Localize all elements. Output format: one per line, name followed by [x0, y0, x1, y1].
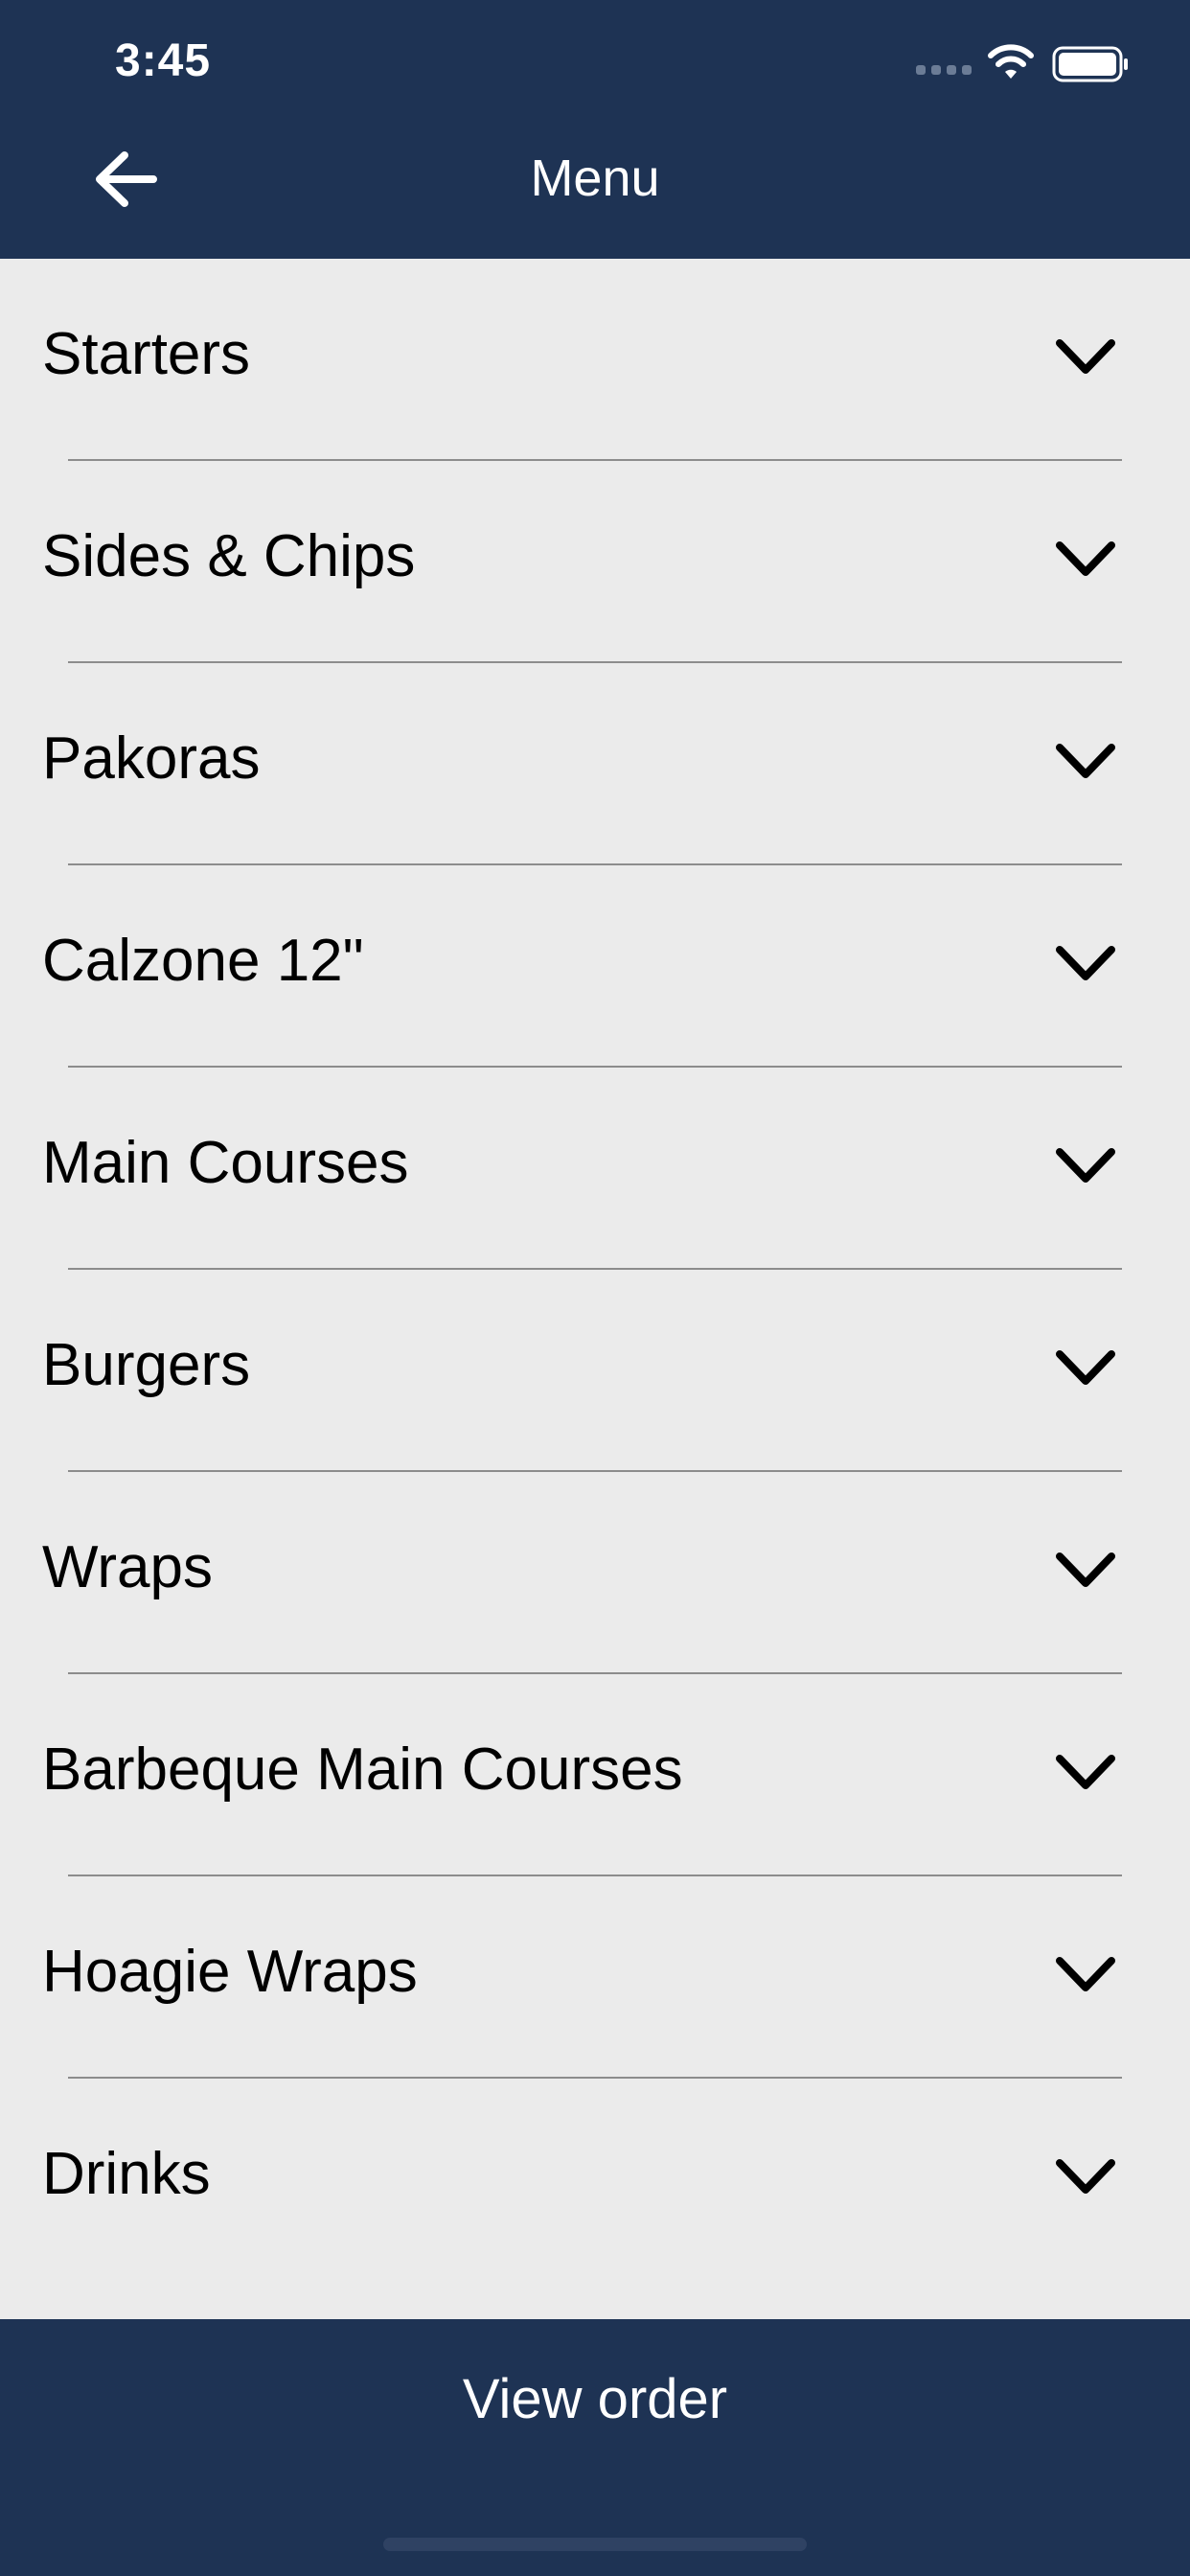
menu-category-wraps[interactable]: Wraps [0, 1472, 1190, 1674]
menu-category-drinks[interactable]: Drinks [0, 2079, 1190, 2281]
chevron-down-icon [1056, 339, 1115, 374]
menu-category-main-courses[interactable]: Main Courses [0, 1068, 1190, 1270]
status-bar: 3:45 [0, 0, 1190, 126]
chevron-down-icon [1056, 1957, 1115, 1991]
chevron-down-icon [1056, 2159, 1115, 2194]
menu-category-barbeque-main-courses[interactable]: Barbeque Main Courses [0, 1674, 1190, 1876]
view-order-button[interactable]: View order [0, 2319, 1190, 2478]
menu-category-label: Burgers [42, 1332, 251, 1398]
chevron-down-icon [1056, 946, 1115, 980]
menu-category-label: Barbeque Main Courses [42, 1736, 683, 1803]
status-time: 3:45 [115, 35, 212, 86]
menu-category-list: Starters Sides & Chips Pakoras Calzone 1… [0, 259, 1190, 2281]
menu-category-label: Pakoras [42, 725, 261, 792]
chevron-down-icon [1056, 1755, 1115, 1789]
menu-category-hoagie-wraps[interactable]: Hoagie Wraps [0, 1876, 1190, 2079]
chevron-down-icon [1056, 744, 1115, 778]
menu-category-label: Main Courses [42, 1130, 409, 1196]
menu-category-calzone[interactable]: Calzone 12" [0, 865, 1190, 1068]
cellular-signal-icon [916, 65, 972, 75]
menu-category-label: Wraps [42, 1534, 214, 1600]
chevron-down-icon [1056, 1148, 1115, 1183]
home-indicator[interactable] [383, 2538, 807, 2551]
menu-category-label: Starters [42, 321, 251, 387]
menu-category-sides-chips[interactable]: Sides & Chips [0, 461, 1190, 663]
menu-category-starters[interactable]: Starters [0, 259, 1190, 461]
menu-category-label: Sides & Chips [42, 523, 416, 589]
menu-category-label: Calzone 12" [42, 928, 364, 994]
app-header: 3:45 Menu [0, 0, 1190, 259]
menu-category-burgers[interactable]: Burgers [0, 1270, 1190, 1472]
wifi-icon [988, 44, 1034, 79]
menu-category-pakoras[interactable]: Pakoras [0, 663, 1190, 865]
chevron-down-icon [1056, 1350, 1115, 1385]
navigation-bar: Menu [0, 126, 1190, 259]
battery-icon [1052, 46, 1128, 82]
menu-category-label: Drinks [42, 2141, 211, 2207]
chevron-down-icon [1056, 1552, 1115, 1587]
page-title: Menu [530, 150, 660, 207]
chevron-down-icon [1056, 541, 1115, 576]
menu-category-label: Hoagie Wraps [42, 1939, 418, 2005]
footer-bar: View order [0, 2319, 1190, 2576]
